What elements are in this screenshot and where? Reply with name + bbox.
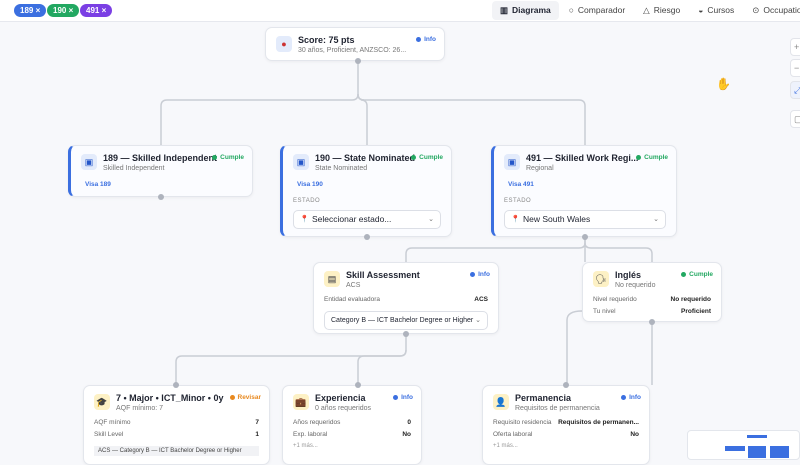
status-badge: Info bbox=[393, 394, 413, 401]
visa-icon: ▣ bbox=[504, 154, 520, 170]
skill-assessment-node[interactable]: ▤ Skill Assessment ACS Info Entidad eval… bbox=[313, 262, 499, 334]
briefcase-icon: 💼 bbox=[293, 394, 309, 410]
speech-icon: 🗣 bbox=[593, 271, 609, 287]
visa-190-node[interactable]: ▣ 190 — State Nominated State Nominated … bbox=[280, 145, 452, 237]
ingles-node[interactable]: 🗣 Inglés No requerido Cumple Nivel reque… bbox=[582, 262, 722, 322]
visa-icon: ▣ bbox=[81, 154, 97, 170]
edge bbox=[160, 61, 359, 145]
permanencia-node[interactable]: 👤 Permanencia Requisitos de permanencia … bbox=[482, 385, 650, 465]
edge-handle[interactable] bbox=[582, 234, 588, 240]
hand-cursor-icon: ✋ bbox=[716, 77, 731, 91]
edge-handle[interactable] bbox=[173, 382, 179, 388]
edge-handle[interactable] bbox=[355, 58, 361, 64]
edge bbox=[175, 334, 407, 385]
edge-handle[interactable] bbox=[649, 319, 655, 325]
edge-handle[interactable] bbox=[355, 382, 361, 388]
pin-icon: 📍 bbox=[300, 216, 309, 223]
visa-link[interactable]: Visa 189 bbox=[85, 181, 111, 188]
status-badge: Info bbox=[416, 36, 436, 43]
aqf-node[interactable]: 🎓 7 • Major • ICT_Minor • 0y AQF mínimo:… bbox=[83, 385, 270, 465]
score-node[interactable]: ● Score: 75 pts 30 años, Proficient, ANZ… bbox=[265, 27, 445, 61]
edge bbox=[405, 237, 586, 262]
edge-handle[interactable] bbox=[563, 382, 569, 388]
state-select[interactable]: 📍 Seleccionar estado... ⌄ bbox=[293, 210, 441, 229]
state-select[interactable]: 📍 New South Wales ⌄ bbox=[504, 210, 666, 229]
person-icon: 👤 bbox=[493, 394, 509, 410]
visa-link[interactable]: Visa 491 bbox=[508, 181, 534, 188]
zoom-in-button[interactable]: + bbox=[790, 38, 800, 56]
chevron-down-icon: ⌄ bbox=[653, 216, 659, 223]
edge bbox=[357, 349, 407, 385]
status-badge: Revisar bbox=[229, 394, 261, 401]
target-icon: ● bbox=[276, 36, 292, 52]
visa-icon: ▣ bbox=[293, 154, 309, 170]
edge-handle[interactable] bbox=[364, 234, 370, 240]
status-badge: Info bbox=[621, 394, 641, 401]
visa-491-node[interactable]: ▣ 491 — Skilled Work Regi... Regional Cu… bbox=[491, 145, 677, 237]
edge bbox=[357, 93, 586, 145]
lock-button[interactable]: ▢ bbox=[790, 110, 800, 128]
edge bbox=[584, 242, 653, 262]
edge-handle[interactable] bbox=[158, 194, 164, 200]
graduation-cap-icon: 🎓 bbox=[94, 394, 110, 410]
status-badge: Info bbox=[470, 271, 490, 278]
status-badge: Cumple bbox=[411, 154, 443, 161]
visa-link[interactable]: Visa 190 bbox=[297, 181, 323, 188]
status-badge: Cumple bbox=[681, 271, 713, 278]
visa-189-node[interactable]: ▣ 189 — Skilled Independent Skilled Inde… bbox=[68, 145, 253, 197]
status-badge: Cumple bbox=[212, 154, 244, 161]
status-badge: Cumple bbox=[636, 154, 668, 161]
edge bbox=[357, 93, 368, 145]
chevron-down-icon: ⌄ bbox=[428, 216, 434, 223]
pin-icon: 📍 bbox=[511, 216, 520, 223]
edge bbox=[566, 310, 583, 385]
fit-view-button[interactable]: ⤢ bbox=[790, 81, 800, 99]
edge-handle[interactable] bbox=[403, 331, 409, 337]
zoom-out-button[interactable]: − bbox=[790, 59, 800, 77]
certificate-icon: ▤ bbox=[324, 271, 340, 287]
category-select[interactable]: Category B — ICT Bachelor Degree or High… bbox=[324, 311, 488, 330]
chevron-down-icon: ⌄ bbox=[475, 317, 481, 324]
experiencia-node[interactable]: 💼 Experiencia 0 años requeridos Info Año… bbox=[282, 385, 422, 465]
